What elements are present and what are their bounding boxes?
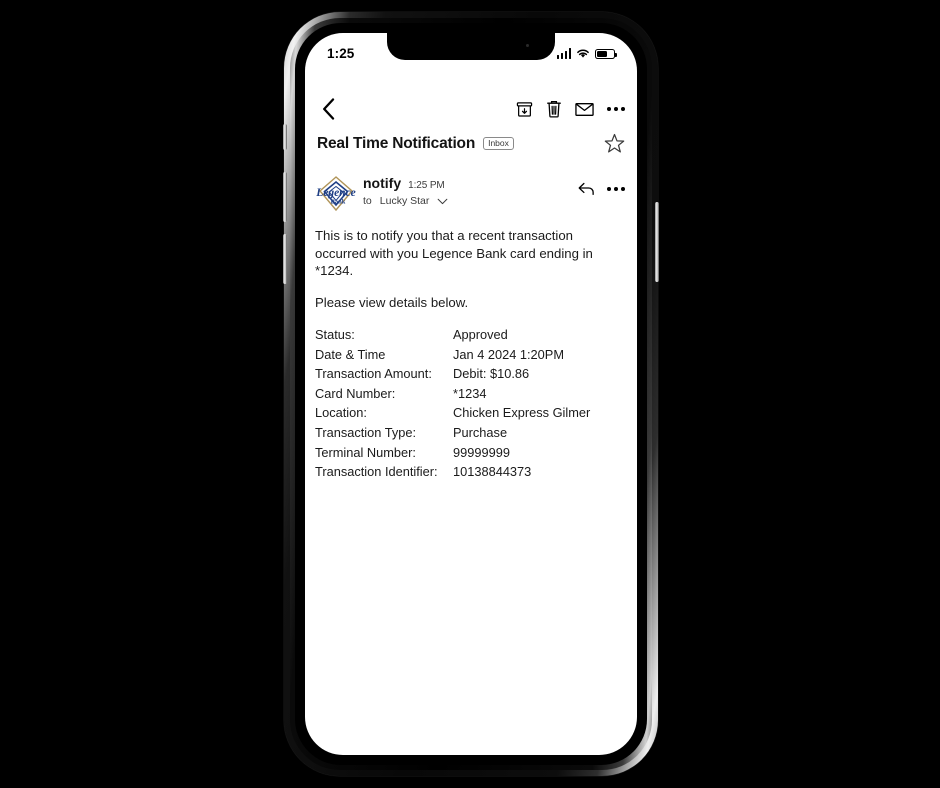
app-toolbar xyxy=(305,93,637,125)
more-options-icon[interactable] xyxy=(607,106,625,112)
more-options-icon[interactable] xyxy=(607,186,625,192)
subject-left-group: Real Time Notification Inbox xyxy=(317,135,514,153)
volume-down-button[interactable] xyxy=(283,234,287,284)
status-badge: Inbox xyxy=(483,136,514,151)
status-bar-time: 1:25 xyxy=(327,46,355,61)
page-title: Real Time Notification xyxy=(317,134,476,152)
cellular-signal-icon xyxy=(556,48,571,59)
detail-value: 10138844373 xyxy=(453,464,532,480)
recipient-line[interactable]: to Lucky Star xyxy=(363,195,578,207)
message-body: This is to notify you that a recent tran… xyxy=(305,227,637,482)
table-row: Status: Approved xyxy=(315,325,590,345)
detail-value: Debit: $10.86 xyxy=(453,366,530,382)
detail-value: Chicken Express Gilmer xyxy=(453,405,591,421)
phone-device-frame: 1:25 Real Time Notification Inbox Legenc… xyxy=(283,12,659,776)
logo-wordmark-bottom: Bank xyxy=(331,199,346,206)
detail-value: *1234 xyxy=(453,385,487,401)
body-paragraph: This is to notify you that a recent tran… xyxy=(315,228,593,278)
detail-label: Terminal Number: xyxy=(315,444,416,460)
table-row: Terminal Number: 99999999 xyxy=(315,443,590,463)
detail-value: Purchase xyxy=(453,424,508,440)
recipient-prefix-label: to xyxy=(363,195,372,207)
table-row: Date & Time Jan 4 2024 1:20PM xyxy=(315,345,590,365)
table-row: Transaction Type: Purchase xyxy=(315,423,590,443)
detail-value: Jan 4 2024 1:20PM xyxy=(453,346,564,362)
detail-label: Date & Time xyxy=(315,346,386,362)
sender-timestamp: 1:25 PM xyxy=(408,180,445,191)
sender-info: notify 1:25 PM to Lucky Star xyxy=(357,172,578,207)
sender-row: Legence Bank notify 1:25 PM to Lucky Sta… xyxy=(305,172,637,216)
screenshot-canvas: 1:25 Real Time Notification Inbox Legenc… xyxy=(0,0,940,788)
phone-screen: 1:25 Real Time Notification Inbox Legenc… xyxy=(305,33,637,755)
chevron-down-icon[interactable] xyxy=(437,198,448,205)
detail-label: Transaction Identifier: xyxy=(315,464,438,480)
sender-name: notify xyxy=(363,175,402,191)
body-paragraph: Please view details below. xyxy=(315,294,469,310)
mail-icon[interactable] xyxy=(575,102,594,117)
trash-icon[interactable] xyxy=(546,100,562,118)
detail-value: Approved xyxy=(453,327,508,342)
detail-label: Transaction Amount: xyxy=(315,366,432,382)
back-button[interactable] xyxy=(313,94,343,124)
subject-row: Real Time Notification Inbox xyxy=(305,133,637,154)
table-row: Transaction Amount: Debit: $10.86 xyxy=(315,364,590,384)
logo-wordmark-top: Legence xyxy=(315,187,356,199)
status-bar-icons xyxy=(556,48,618,59)
table-row: Card Number: *1234 xyxy=(315,384,590,404)
detail-value: 99999999 xyxy=(453,444,510,460)
power-button[interactable] xyxy=(655,202,659,282)
battery-icon xyxy=(595,49,618,59)
front-camera-icon xyxy=(526,44,529,47)
transaction-details-table: Status: Approved Date & Time Jan 4 2024 … xyxy=(315,325,590,482)
archive-icon[interactable] xyxy=(516,101,533,118)
legence-bank-logo: Legence Bank xyxy=(315,174,357,216)
detail-label: Status: xyxy=(315,327,355,342)
wifi-icon xyxy=(576,48,590,59)
sender-primary-line: notify 1:25 PM xyxy=(363,175,578,191)
detail-label: Location: xyxy=(315,405,367,421)
silent-switch[interactable] xyxy=(283,124,287,150)
star-outline-icon[interactable] xyxy=(604,133,625,154)
toolbar-actions xyxy=(516,100,625,118)
table-row: Location: Chicken Express Gilmer xyxy=(315,403,590,423)
sender-actions xyxy=(578,172,625,196)
volume-up-button[interactable] xyxy=(283,172,287,222)
detail-label: Transaction Type: xyxy=(315,424,417,440)
recipient-name: Lucky Star xyxy=(379,195,430,207)
detail-label: Card Number: xyxy=(315,385,396,401)
reply-icon[interactable] xyxy=(578,182,595,196)
table-row: Transaction Identifier: 10138844373 xyxy=(315,462,590,482)
phone-notch xyxy=(387,33,555,60)
